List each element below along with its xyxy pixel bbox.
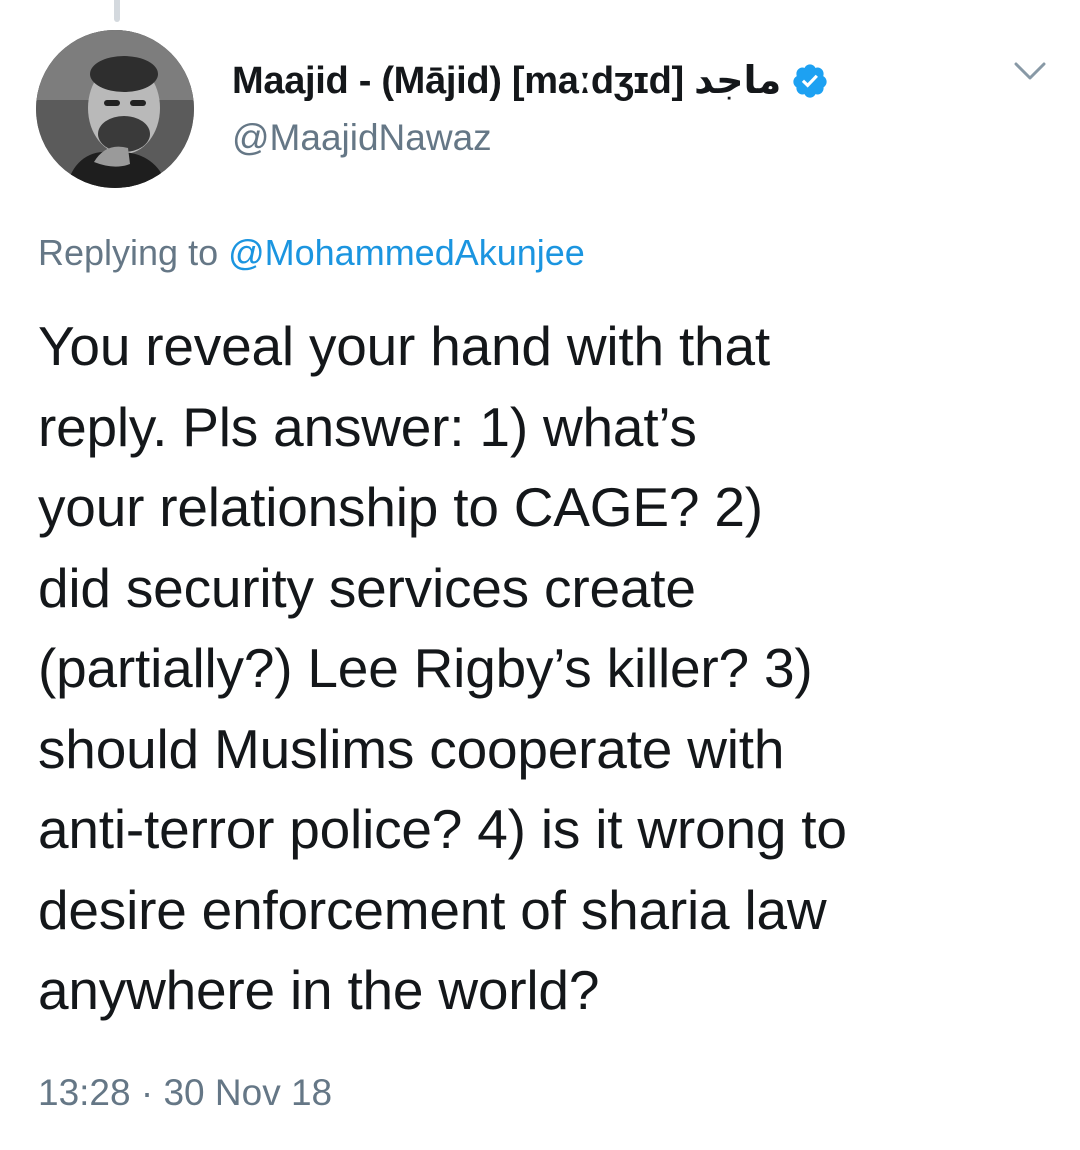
tweet-text-line: anywhere in the world?	[38, 959, 600, 1021]
tweet-text-line: anti-terror police? 4) is it wrong to	[38, 798, 847, 860]
author-block: Maajid - (Mājid) [maːdʒɪd] ماجد @MaajidN…	[232, 58, 970, 159]
tweet-text-line: reply. Pls answer: 1) what’s	[38, 395, 697, 458]
tweet-text: You reveal your hand with that reply. Pls…	[38, 306, 1048, 1031]
avatar[interactable]	[36, 30, 194, 188]
tweet-text-line: You reveal your hand with that	[38, 315, 770, 377]
thread-connector-line	[114, 0, 120, 22]
verified-badge-icon	[791, 62, 829, 100]
tweet-text-line: should Muslims cooperate with	[38, 717, 785, 780]
replying-to-label: Replying to	[38, 232, 229, 273]
tweet-timestamp[interactable]: 13:28 · 30 Nov 18	[38, 1072, 332, 1114]
tweet-text-line: desire enforcement of sharia law	[38, 878, 827, 941]
name-row: Maajid - (Mājid) [maːdʒɪd] ماجد	[232, 58, 970, 103]
avatar-photo	[36, 30, 194, 188]
chevron-down-icon[interactable]	[1012, 58, 1048, 86]
replying-to-mention-link[interactable]: @MohammedAkunjee	[228, 232, 585, 273]
display-name[interactable]: Maajid - (Mājid) [maːdʒɪd] ماجد	[232, 58, 782, 103]
replying-to-line: Replying to @MohammedAkunjee	[38, 232, 585, 274]
tweet-text-line: your relationship to CAGE? 2)	[38, 476, 763, 538]
tweet-text-line: (partially?) Lee Rigby’s killer? 3)	[38, 637, 813, 699]
tweet-text-line: did security services create	[38, 556, 696, 619]
user-handle[interactable]: @MaajidNawaz	[232, 117, 970, 159]
